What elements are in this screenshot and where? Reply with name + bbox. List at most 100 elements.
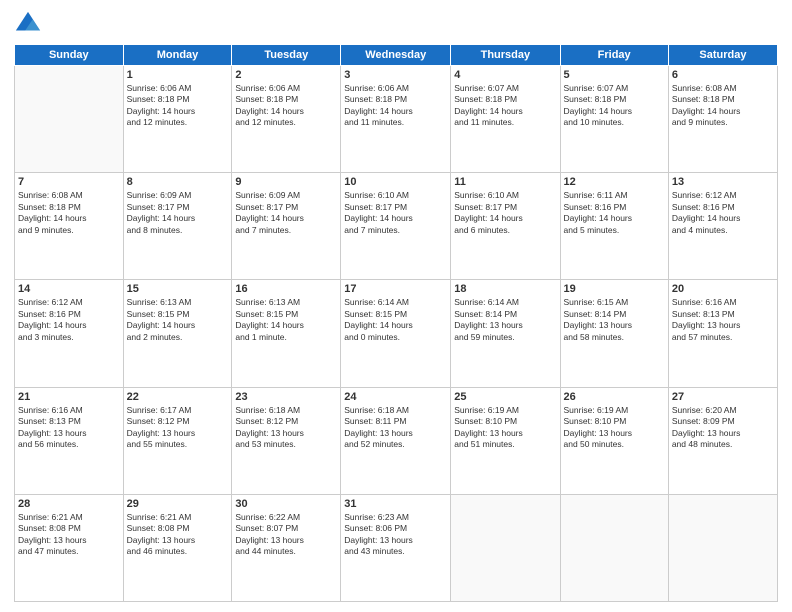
day-number: 27 [672,391,774,403]
day-info: Sunrise: 6:23 AM Sunset: 8:06 PM Dayligh… [344,512,447,558]
calendar-cell: 19 Sunrise: 6:15 AM Sunset: 8:14 PM Dayli… [560,280,668,387]
day-number: 31 [344,498,447,510]
day-info: Sunrise: 6:14 AM Sunset: 8:15 PM Dayligh… [344,297,447,343]
week-row-2: 14 Sunrise: 6:12 AM Sunset: 8:16 PM Dayli… [15,280,778,387]
day-info: Sunrise: 6:06 AM Sunset: 8:18 PM Dayligh… [235,83,337,129]
logo [14,10,46,38]
day-info: Sunrise: 6:07 AM Sunset: 8:18 PM Dayligh… [564,83,665,129]
calendar-cell [668,494,777,601]
day-info: Sunrise: 6:09 AM Sunset: 8:17 PM Dayligh… [127,190,229,236]
calendar-cell [560,494,668,601]
calendar-cell: 12 Sunrise: 6:11 AM Sunset: 8:16 PM Dayli… [560,173,668,280]
calendar-cell: 27 Sunrise: 6:20 AM Sunset: 8:09 PM Dayli… [668,387,777,494]
day-number: 20 [672,283,774,295]
day-number: 3 [344,69,447,81]
day-info: Sunrise: 6:13 AM Sunset: 8:15 PM Dayligh… [127,297,229,343]
calendar-cell: 22Sunrise: 6:17 AM Sunset: 8:12 PM Dayli… [123,387,232,494]
day-number: 5 [564,69,665,81]
calendar-cell: 15 Sunrise: 6:13 AM Sunset: 8:15 PM Dayli… [123,280,232,387]
day-info: Sunrise: 6:06 AM Sunset: 8:18 PM Dayligh… [127,83,229,129]
day-number: 13 [672,176,774,188]
day-info: Sunrise: 6:15 AM Sunset: 8:14 PM Dayligh… [564,297,665,343]
week-row-3: 21 Sunrise: 6:16 AM Sunset: 8:13 PM Dayli… [15,387,778,494]
header [14,10,778,38]
day-number: 19 [564,283,665,295]
day-number: 4 [454,69,556,81]
calendar-cell: 7Sunrise: 6:08 AM Sunset: 8:18 PM Daylig… [15,173,124,280]
day-info: Sunrise: 6:08 AM Sunset: 8:18 PM Dayligh… [672,83,774,129]
calendar-cell: 24 Sunrise: 6:18 AM Sunset: 8:11 PM Dayli… [341,387,451,494]
day-number: 16 [235,283,337,295]
day-number: 15 [127,283,229,295]
day-info: Sunrise: 6:19 AM Sunset: 8:10 PM Dayligh… [564,405,665,451]
calendar-cell: 23 Sunrise: 6:18 AM Sunset: 8:12 PM Dayli… [232,387,341,494]
calendar: SundayMondayTuesdayWednesdayThursdayFrid… [14,44,778,602]
day-number: 18 [454,283,556,295]
weekday-header-monday: Monday [123,45,232,66]
day-number: 2 [235,69,337,81]
calendar-cell: 14 Sunrise: 6:12 AM Sunset: 8:16 PM Dayli… [15,280,124,387]
calendar-cell: 6 Sunrise: 6:08 AM Sunset: 8:18 PM Daylig… [668,66,777,173]
weekday-header-saturday: Saturday [668,45,777,66]
weekday-header-friday: Friday [560,45,668,66]
day-number: 11 [454,176,556,188]
week-row-4: 28 Sunrise: 6:21 AM Sunset: 8:08 PM Dayli… [15,494,778,601]
day-number: 23 [235,391,337,403]
day-info: Sunrise: 6:12 AM Sunset: 8:16 PM Dayligh… [672,190,774,236]
day-info: Sunrise: 6:16 AM Sunset: 8:13 PM Dayligh… [18,405,120,451]
calendar-cell: 20 Sunrise: 6:16 AM Sunset: 8:13 PM Dayli… [668,280,777,387]
day-info: Sunrise: 6:12 AM Sunset: 8:16 PM Dayligh… [18,297,120,343]
weekday-header-tuesday: Tuesday [232,45,341,66]
calendar-cell: 31 Sunrise: 6:23 AM Sunset: 8:06 PM Dayli… [341,494,451,601]
day-info: Sunrise: 6:07 AM Sunset: 8:18 PM Dayligh… [454,83,556,129]
week-row-0: 1 Sunrise: 6:06 AM Sunset: 8:18 PM Daylig… [15,66,778,173]
day-number: 12 [564,176,665,188]
calendar-cell: 5 Sunrise: 6:07 AM Sunset: 8:18 PM Daylig… [560,66,668,173]
day-info: Sunrise: 6:20 AM Sunset: 8:09 PM Dayligh… [672,405,774,451]
day-number: 14 [18,283,120,295]
calendar-cell: 11Sunrise: 6:10 AM Sunset: 8:17 PM Dayli… [451,173,560,280]
day-info: Sunrise: 6:18 AM Sunset: 8:11 PM Dayligh… [344,405,447,451]
day-number: 1 [127,69,229,81]
calendar-cell: 28 Sunrise: 6:21 AM Sunset: 8:08 PM Dayli… [15,494,124,601]
day-info: Sunrise: 6:08 AM Sunset: 8:18 PM Dayligh… [18,190,120,236]
calendar-cell: 4 Sunrise: 6:07 AM Sunset: 8:18 PM Daylig… [451,66,560,173]
weekday-header-sunday: Sunday [15,45,124,66]
day-info: Sunrise: 6:13 AM Sunset: 8:15 PM Dayligh… [235,297,337,343]
day-number: 30 [235,498,337,510]
calendar-cell: 2 Sunrise: 6:06 AM Sunset: 8:18 PM Daylig… [232,66,341,173]
day-number: 28 [18,498,120,510]
day-info: Sunrise: 6:21 AM Sunset: 8:08 PM Dayligh… [18,512,120,558]
calendar-cell: 30 Sunrise: 6:22 AM Sunset: 8:07 PM Dayli… [232,494,341,601]
day-number: 24 [344,391,447,403]
weekday-header-row: SundayMondayTuesdayWednesdayThursdayFrid… [15,45,778,66]
day-number: 25 [454,391,556,403]
day-number: 21 [18,391,120,403]
day-info: Sunrise: 6:06 AM Sunset: 8:18 PM Dayligh… [344,83,447,129]
day-info: Sunrise: 6:10 AM Sunset: 8:17 PM Dayligh… [344,190,447,236]
calendar-body: 1 Sunrise: 6:06 AM Sunset: 8:18 PM Daylig… [15,66,778,602]
calendar-cell [15,66,124,173]
day-number: 10 [344,176,447,188]
calendar-cell: 8Sunrise: 6:09 AM Sunset: 8:17 PM Daylig… [123,173,232,280]
day-number: 22 [127,391,229,403]
day-number: 9 [235,176,337,188]
calendar-cell: 29Sunrise: 6:21 AM Sunset: 8:08 PM Dayli… [123,494,232,601]
calendar-cell [451,494,560,601]
day-info: Sunrise: 6:21 AM Sunset: 8:08 PM Dayligh… [127,512,229,558]
calendar-cell: 18 Sunrise: 6:14 AM Sunset: 8:14 PM Dayli… [451,280,560,387]
day-info: Sunrise: 6:11 AM Sunset: 8:16 PM Dayligh… [564,190,665,236]
calendar-cell: 25 Sunrise: 6:19 AM Sunset: 8:10 PM Dayli… [451,387,560,494]
day-info: Sunrise: 6:16 AM Sunset: 8:13 PM Dayligh… [672,297,774,343]
day-info: Sunrise: 6:22 AM Sunset: 8:07 PM Dayligh… [235,512,337,558]
week-row-1: 7Sunrise: 6:08 AM Sunset: 8:18 PM Daylig… [15,173,778,280]
day-number: 6 [672,69,774,81]
day-number: 26 [564,391,665,403]
calendar-cell: 26 Sunrise: 6:19 AM Sunset: 8:10 PM Dayli… [560,387,668,494]
calendar-cell: 9Sunrise: 6:09 AM Sunset: 8:17 PM Daylig… [232,173,341,280]
calendar-cell: 1 Sunrise: 6:06 AM Sunset: 8:18 PM Daylig… [123,66,232,173]
day-info: Sunrise: 6:14 AM Sunset: 8:14 PM Dayligh… [454,297,556,343]
day-info: Sunrise: 6:19 AM Sunset: 8:10 PM Dayligh… [454,405,556,451]
weekday-header-thursday: Thursday [451,45,560,66]
day-info: Sunrise: 6:18 AM Sunset: 8:12 PM Dayligh… [235,405,337,451]
